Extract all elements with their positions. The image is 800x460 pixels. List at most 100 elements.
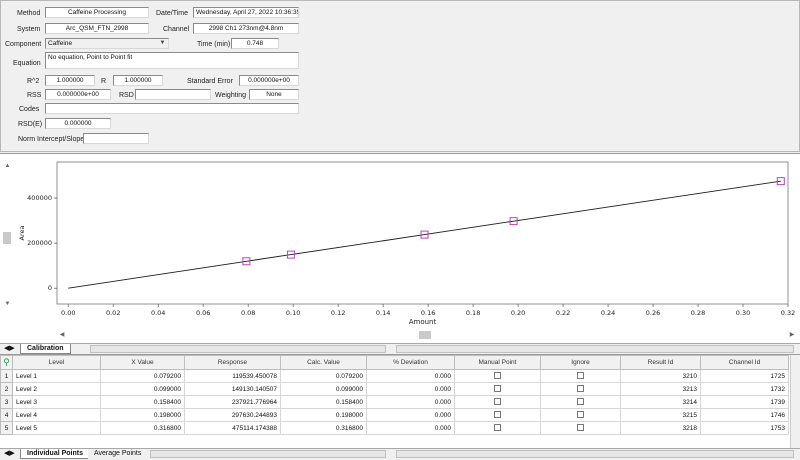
cell-calc-value[interactable]: 0.316800 <box>280 421 367 435</box>
rsde-field[interactable]: 0.000000 <box>45 118 111 129</box>
row-selector-header[interactable]: ⚲ <box>0 355 13 370</box>
cell-channel-id[interactable]: 1732 <box>700 382 789 396</box>
manual-point-checkbox[interactable] <box>494 372 501 380</box>
column-header-manual-point[interactable]: Manual Point <box>454 355 541 370</box>
manual-point-checkbox[interactable] <box>494 398 501 406</box>
cell-ignore[interactable] <box>540 369 621 383</box>
equation-field[interactable]: No equation, Point to Point fit <box>45 52 299 69</box>
cell-result-id[interactable]: 3210 <box>620 369 701 383</box>
time-field[interactable]: 0.748 <box>231 38 279 49</box>
cell-x-value[interactable]: 0.079200 <box>100 369 185 383</box>
cell-channel-id[interactable]: 1725 <box>700 369 789 383</box>
column-header-x-value[interactable]: X Value <box>100 355 185 370</box>
cell-level[interactable]: Level 4 <box>12 408 101 422</box>
cell-x-value[interactable]: 0.158400 <box>100 395 185 409</box>
cell-calc-value[interactable]: 0.198000 <box>280 408 367 422</box>
scroll-right-icon[interactable]: ▶ <box>787 330 797 340</box>
tab-calibration[interactable]: Calibration <box>20 344 71 354</box>
channel-field[interactable]: 2998 Ch1 273nm@4.8nm <box>193 23 299 34</box>
column-header-result-id[interactable]: Result Id <box>620 355 701 370</box>
cell-response[interactable]: 149130.140507 <box>184 382 281 396</box>
cell-ignore[interactable] <box>540 395 621 409</box>
system-field[interactable]: Arc_QSM_FTN_2998 <box>45 23 149 34</box>
row-number[interactable]: 5 <box>0 421 13 435</box>
rsd-field[interactable] <box>135 89 211 100</box>
grid-vertical-scrollbar[interactable] <box>790 355 800 448</box>
cell-x-value[interactable]: 0.316800 <box>100 421 185 435</box>
scroll-left-icon[interactable]: ◀ <box>57 330 67 340</box>
row-number[interactable]: 1 <box>0 369 13 383</box>
table-row[interactable]: 1 Level 1 0.079200 119539.450078 0.07920… <box>0 369 789 383</box>
cell-x-value[interactable]: 0.198000 <box>100 408 185 422</box>
column-header-response[interactable]: Response <box>184 355 281 370</box>
cell-result-id[interactable]: 3214 <box>620 395 701 409</box>
table-row[interactable]: 3 Level 3 0.158400 237921.776964 0.15840… <box>0 395 789 409</box>
cell-manual-point[interactable] <box>454 395 541 409</box>
cell-channel-id[interactable]: 1746 <box>700 408 789 422</box>
calibration-curve-chart[interactable]: 0200000400000 0.00 0.02 0.04 0.06 0.08 0.10 0.… <box>0 154 800 330</box>
column-header-ignore[interactable]: Ignore <box>540 355 621 370</box>
cell-ignore[interactable] <box>540 382 621 396</box>
ignore-checkbox[interactable] <box>577 385 584 393</box>
norm-intercept-field[interactable] <box>83 133 149 144</box>
cell-level[interactable]: Level 5 <box>12 421 101 435</box>
cell-deviation[interactable]: 0.000 <box>366 369 455 383</box>
table-row[interactable]: 4 Level 4 0.198000 297630.244893 0.19800… <box>0 408 789 422</box>
cell-result-id[interactable]: 3218 <box>620 421 701 435</box>
cell-result-id[interactable]: 3215 <box>620 408 701 422</box>
row-number[interactable]: 4 <box>0 408 13 422</box>
cell-result-id[interactable]: 3213 <box>620 382 701 396</box>
cell-deviation[interactable]: 0.000 <box>366 408 455 422</box>
row-number[interactable]: 3 <box>0 395 13 409</box>
cell-response[interactable]: 297630.244893 <box>184 408 281 422</box>
ignore-checkbox[interactable] <box>577 372 584 380</box>
chart-horizontal-scroll-thumb[interactable] <box>419 331 431 339</box>
tab-nav-arrows[interactable]: ◀▶ <box>2 344 17 354</box>
cell-ignore[interactable] <box>540 408 621 422</box>
tab-nav-arrows-bottom[interactable]: ◀▶ <box>2 449 17 459</box>
tab-strip-scrollbar[interactable] <box>90 345 386 353</box>
cell-response[interactable]: 237921.776964 <box>184 395 281 409</box>
cell-channel-id[interactable]: 1739 <box>700 395 789 409</box>
manual-point-checkbox[interactable] <box>494 385 501 393</box>
column-header-channel-id[interactable]: Channel Id <box>700 355 789 370</box>
manual-point-checkbox[interactable] <box>494 424 501 432</box>
datetime-field[interactable]: Wednesday, April 27, 2022 10:36:39 <box>193 7 299 18</box>
cell-level[interactable]: Level 1 <box>12 369 101 383</box>
cell-manual-point[interactable] <box>454 382 541 396</box>
cell-calc-value[interactable]: 0.099000 <box>280 382 367 396</box>
table-row[interactable]: 5 Level 5 0.316800 475114.174388 0.31680… <box>0 421 789 435</box>
column-header-level[interactable]: Level <box>12 355 101 370</box>
cell-level[interactable]: Level 3 <box>12 395 101 409</box>
rss-field[interactable]: 0.000000e+00 <box>45 89 111 100</box>
cell-x-value[interactable]: 0.099000 <box>100 382 185 396</box>
cell-channel-id[interactable]: 1753 <box>700 421 789 435</box>
weighting-field[interactable]: None <box>249 89 299 100</box>
cell-manual-point[interactable] <box>454 408 541 422</box>
row-number[interactable]: 2 <box>0 382 13 396</box>
column-header-calc-value[interactable]: Calc. Value <box>280 355 367 370</box>
chevron-down-icon[interactable]: ▼ <box>158 39 167 48</box>
tab-individual-points[interactable]: Individual Points <box>20 449 91 459</box>
ignore-checkbox[interactable] <box>577 411 584 419</box>
chart-horizontal-scrollbar[interactable]: ◀ ▶ <box>57 330 797 340</box>
method-field[interactable]: Caffeine Processing <box>45 7 149 18</box>
component-dropdown[interactable]: Caffeine ▼ <box>45 38 169 49</box>
cell-deviation[interactable]: 0.000 <box>366 395 455 409</box>
ignore-checkbox[interactable] <box>577 424 584 432</box>
cell-response[interactable]: 475114.174388 <box>184 421 281 435</box>
cell-manual-point[interactable] <box>454 421 541 435</box>
cell-calc-value[interactable]: 0.079200 <box>280 369 367 383</box>
cell-ignore[interactable] <box>540 421 621 435</box>
cell-deviation[interactable]: 0.000 <box>366 382 455 396</box>
tab-average-points[interactable]: Average Points <box>88 449 148 459</box>
r2-field[interactable]: 1.000000 <box>45 75 95 86</box>
cell-calc-value[interactable]: 0.158400 <box>280 395 367 409</box>
manual-point-checkbox[interactable] <box>494 411 501 419</box>
standard-error-field[interactable]: 0.000000e+00 <box>239 75 299 86</box>
codes-field[interactable] <box>45 103 299 114</box>
cell-response[interactable]: 119539.450078 <box>184 369 281 383</box>
ignore-checkbox[interactable] <box>577 398 584 406</box>
bottom-tab-strip-scrollbar[interactable] <box>150 450 386 458</box>
chart-scrollbar-track[interactable] <box>396 345 794 353</box>
